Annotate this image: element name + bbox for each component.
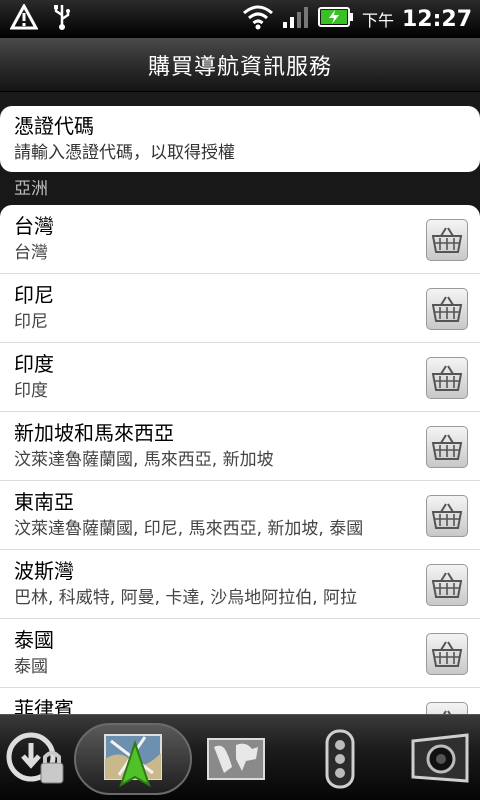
shopping-basket-icon: [431, 641, 463, 667]
title-bar: 購買導航資訊服務: [0, 38, 480, 92]
region-name: 泰國: [14, 628, 54, 652]
list-item[interactable]: 泰國 泰國: [0, 619, 480, 688]
credential-code-title: 憑證代碼: [14, 114, 94, 138]
battery-charging-icon: [317, 6, 354, 32]
region-name: 印尼: [14, 283, 54, 307]
region-countries: 台灣: [14, 243, 48, 263]
status-bar: 下午 12:27: [0, 0, 480, 38]
region-name: 台灣: [14, 214, 54, 238]
list-item[interactable]: 印度 印度: [0, 343, 480, 412]
world-map-icon: [207, 738, 265, 780]
region-countries: 印尼: [14, 312, 48, 332]
page-title: 購買導航資訊服務: [147, 54, 332, 80]
region-name: 印度: [14, 352, 54, 376]
traffic-button[interactable]: [310, 723, 370, 795]
shopping-basket-button[interactable]: [426, 633, 468, 675]
region-countries: 印度: [14, 381, 48, 401]
shopping-basket-icon: [431, 365, 463, 391]
shopping-basket-icon: [431, 572, 463, 598]
navigation-map-button[interactable]: [74, 723, 192, 795]
list-item[interactable]: 東南亞 汶萊達魯薩蘭國, 印尼, 馬來西亞, 新加坡, 泰國: [0, 481, 480, 550]
list-item[interactable]: 波斯灣 巴林, 科威特, 阿曼, 卡達, 沙烏地阿拉伯, 阿拉: [0, 550, 480, 619]
shopping-basket-button[interactable]: [426, 564, 468, 606]
list-item[interactable]: 印尼 印尼: [0, 274, 480, 343]
lock-icon: [6, 732, 64, 784]
lock-button[interactable]: [4, 723, 68, 795]
credential-code-subtitle: 請輸入憑證代碼，以取得授權: [14, 143, 235, 163]
navigation-map-icon: [104, 734, 162, 788]
warning-icon: [9, 2, 39, 34]
region-countries: 泰國: [14, 657, 48, 677]
shopping-basket-button[interactable]: [426, 702, 468, 714]
signal-icon: [282, 4, 310, 34]
region-countries: 汶萊達魯薩蘭國, 馬來西亞, 新加坡: [14, 450, 274, 470]
status-ampm: 下午: [361, 11, 394, 30]
shopping-basket-button[interactable]: [426, 426, 468, 468]
credential-code-item[interactable]: 憑證代碼 請輸入憑證代碼，以取得授權: [0, 106, 480, 172]
shopping-basket-icon: [431, 434, 463, 460]
main-content: 憑證代碼 請輸入憑證代碼，以取得授權 亞洲 台灣 台灣 印尼 印尼 印度 印度: [0, 92, 480, 714]
usb-icon: [52, 3, 72, 35]
section-header-asia: 亞洲: [14, 179, 48, 199]
camera-button[interactable]: [404, 723, 476, 795]
region-name: 東南亞: [14, 490, 74, 514]
shopping-basket-icon: [431, 227, 463, 253]
camera-icon: [411, 733, 469, 783]
list-item[interactable]: 台灣 台灣: [0, 205, 480, 274]
shopping-basket-button[interactable]: [426, 288, 468, 330]
region-name: 新加坡和馬來西亞: [14, 421, 174, 445]
shopping-basket-button[interactable]: [426, 495, 468, 537]
world-map-button[interactable]: [200, 723, 272, 795]
region-countries: 汶萊達魯薩蘭國, 印尼, 馬來西亞, 新加坡, 泰國: [14, 519, 364, 539]
region-name: 波斯灣: [14, 559, 74, 583]
status-clock: 12:27: [401, 6, 472, 32]
bottom-dock: [0, 714, 480, 800]
shopping-basket-icon: [431, 503, 463, 529]
region-countries: 巴林, 科威特, 阿曼, 卡達, 沙烏地阿拉伯, 阿拉: [14, 588, 358, 608]
region-list: 台灣 台灣 印尼 印尼 印度 印度 新加坡和馬來西亞 汶萊達魯薩蘭國, 馬來西亞…: [0, 205, 480, 714]
shopping-basket-icon: [431, 296, 463, 322]
list-item[interactable]: 新加坡和馬來西亞 汶萊達魯薩蘭國, 馬來西亞, 新加坡: [0, 412, 480, 481]
region-name: 菲律賓: [14, 697, 74, 714]
traffic-light-icon: [325, 729, 355, 789]
wifi-icon: [242, 4, 274, 34]
shopping-basket-button[interactable]: [426, 219, 468, 261]
list-item[interactable]: 菲律賓: [0, 688, 480, 714]
shopping-basket-button[interactable]: [426, 357, 468, 399]
